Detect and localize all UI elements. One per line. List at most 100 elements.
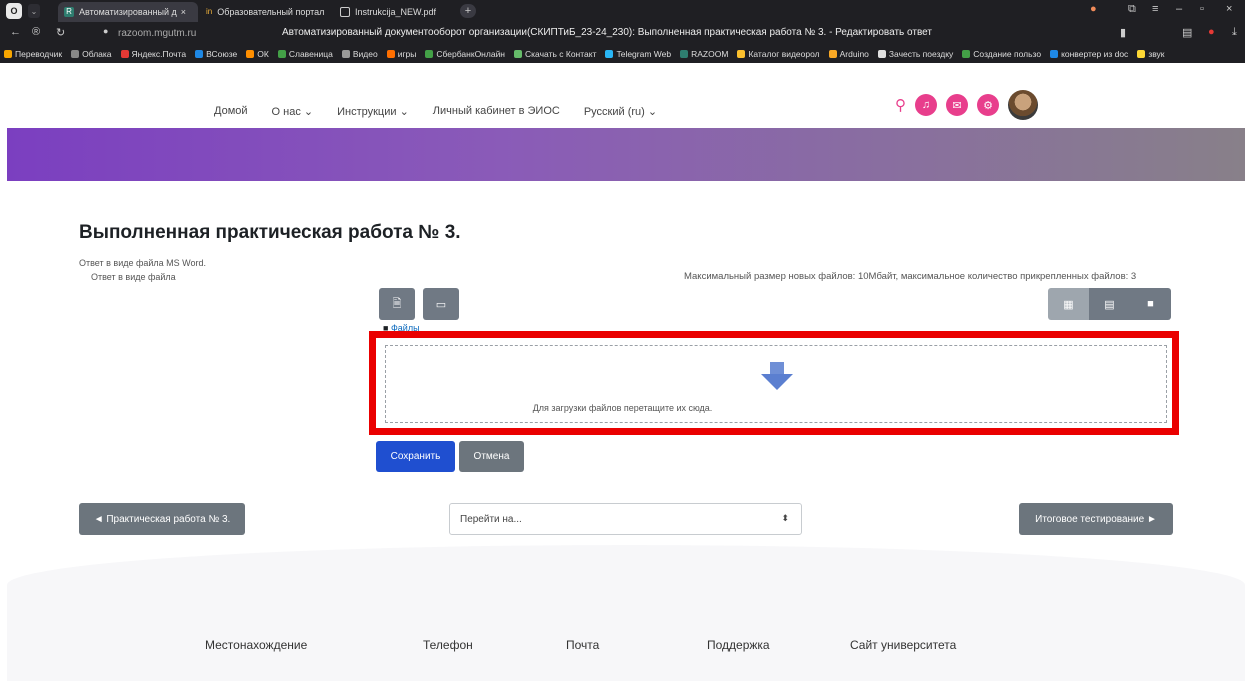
- add-file-button[interactable]: 🗎: [379, 288, 415, 320]
- bookmark-favicon-icon: [386, 49, 395, 58]
- settings-gear-icon[interactable]: ⚙: [977, 94, 999, 116]
- bookmark-label: ОК: [257, 48, 269, 59]
- tab-strip: O ⌄ R Автоматизированный д × in Образова…: [0, 0, 1245, 22]
- footer-heading: Поддержка: [707, 638, 770, 652]
- bookmark-label: Создание пользо: [973, 48, 1042, 59]
- browser-menu-icon[interactable]: O: [6, 3, 22, 19]
- tab-active[interactable]: R Автоматизированный д ×: [58, 2, 198, 22]
- tab-pdf[interactable]: Instrukcija_NEW.pdf: [334, 2, 454, 22]
- tree-view-button[interactable]: ■: [1130, 288, 1171, 320]
- bookmark-favicon-icon: [4, 49, 12, 58]
- browser-chrome: O ⌄ R Автоматизированный д × in Образова…: [0, 0, 1245, 63]
- bookmark-label: Каталог видеорол: [748, 48, 820, 59]
- bookmark-item[interactable]: конвертер из doc: [1050, 49, 1128, 59]
- extension-icon[interactable]: ●: [1090, 3, 1097, 15]
- bookmark-item[interactable]: звук: [1137, 49, 1165, 59]
- close-icon[interactable]: ×: [181, 7, 186, 17]
- close-window-icon[interactable]: ×: [1226, 3, 1232, 15]
- folder-icon: ▭: [435, 298, 447, 311]
- adblock-icon[interactable]: ●: [1208, 26, 1215, 38]
- bookmark-item[interactable]: Скачать с Контакт: [514, 49, 596, 59]
- bookmark-label: Скачать с Контакт: [525, 48, 597, 59]
- notifications-icon[interactable]: ♫: [915, 94, 937, 116]
- bookmark-icon[interactable]: ▮: [1120, 26, 1126, 39]
- bookmark-label: Telegram Web: [616, 48, 672, 59]
- file-icon: 🗎: [392, 297, 402, 310]
- cancel-button[interactable]: Отмена: [459, 441, 524, 472]
- maximize-icon[interactable]: ▫: [1200, 3, 1204, 15]
- list-view-button[interactable]: ▤: [1089, 288, 1130, 320]
- messages-icon[interactable]: ✉: [946, 94, 968, 116]
- bookmark-item[interactable]: Видео: [341, 48, 378, 59]
- bookmark-item[interactable]: Telegram Web: [605, 49, 671, 59]
- nav-item[interactable]: Русский (ru) ⌄: [584, 105, 657, 118]
- portal-favicon-icon: in: [206, 7, 213, 16]
- footer: [7, 545, 1245, 681]
- select-caret-icon: ⬍: [781, 513, 789, 523]
- bookmark-item[interactable]: Каталог видеорол: [737, 48, 820, 59]
- bookmark-label: Зачесть поездку: [888, 48, 954, 59]
- bookmark-item[interactable]: ОК: [246, 49, 269, 59]
- tab-portal[interactable]: in Образовательный портал: [200, 2, 328, 22]
- next-activity-button[interactable]: Итоговое тестирование ►: [1019, 503, 1173, 535]
- footer-heading: Сайт университета: [850, 638, 957, 652]
- list-icon: ▤: [1104, 298, 1115, 311]
- tab-label: Instrukcija_NEW.pdf: [355, 7, 437, 17]
- nav-item[interactable]: Личный кабинет в ЭИОС: [433, 105, 560, 118]
- course-banner: [7, 128, 1245, 181]
- razoom-favicon-icon: R: [64, 7, 74, 17]
- bookmark-item[interactable]: Зачесть поездку: [877, 48, 954, 59]
- jump-select[interactable]: Перейти на... ⬍: [449, 503, 802, 535]
- grid-icon: ▦: [1063, 298, 1074, 311]
- bookmark-item[interactable]: Arduino: [828, 48, 869, 59]
- create-folder-button[interactable]: ▭: [423, 288, 459, 320]
- bookmark-item[interactable]: ВСоюзе: [195, 49, 237, 59]
- bookmark-label: игры: [397, 48, 417, 59]
- bookmark-favicon-icon: [277, 49, 286, 58]
- back-icon[interactable]: ←: [10, 26, 21, 38]
- avatar[interactable]: [1008, 90, 1038, 120]
- document-icon: [340, 7, 350, 17]
- view-switcher: ▦ ▤ ■: [1048, 288, 1171, 320]
- copy-icon[interactable]: ⧉: [1128, 3, 1136, 16]
- bookmark-label: СбербанкОнлайн: [436, 48, 506, 59]
- bookmark-item[interactable]: Создание пользо: [962, 49, 1041, 59]
- shield-icon[interactable]: ®: [32, 26, 40, 38]
- bookmark-item[interactable]: СбербанкОнлайн: [425, 49, 505, 59]
- bookmark-item[interactable]: Переводчик: [4, 49, 62, 59]
- save-button[interactable]: Сохранить: [376, 441, 455, 472]
- bookmark-item[interactable]: Облака: [71, 48, 112, 59]
- new-tab-button[interactable]: +: [460, 4, 476, 18]
- grid-view-button[interactable]: ▦: [1048, 288, 1089, 320]
- nav-item[interactable]: О нас ⌄: [272, 105, 314, 118]
- minimize-icon[interactable]: –: [1176, 3, 1182, 15]
- jump-select-value: Перейти на...: [460, 513, 522, 525]
- download-arrow-icon[interactable]: ⤓: [1232, 26, 1237, 39]
- menu-icon[interactable]: ≡: [1152, 3, 1158, 15]
- prev-activity-button[interactable]: ◄ Практическая работа № 3.: [79, 503, 245, 535]
- bookmark-label: Arduino: [839, 48, 869, 59]
- reload-icon[interactable]: ↻: [56, 26, 65, 39]
- nav-item[interactable]: Инструкции ⌄: [337, 105, 409, 118]
- bookmark-favicon-icon: [1050, 49, 1059, 58]
- bookmark-favicon-icon: [828, 49, 837, 58]
- bookmark-label: ВСоюзе: [206, 48, 238, 59]
- highlight-frame: [369, 331, 1179, 435]
- bookmark-item[interactable]: RAZOOM: [680, 49, 728, 59]
- bookmark-favicon-icon: [120, 49, 129, 58]
- bookmark-label: Видео: [352, 48, 378, 59]
- bookmark-label: Облака: [82, 48, 112, 59]
- address-bar[interactable]: razoom.mgutm.ru: [118, 28, 196, 39]
- bookmark-item[interactable]: Славеница: [277, 48, 333, 59]
- search-icon[interactable]: ⚲: [895, 96, 906, 114]
- tab-list-icon[interactable]: ⌄: [28, 4, 40, 18]
- tab-label: Образовательный портал: [217, 7, 325, 17]
- upload-limits: Максимальный размер новых файлов: 10Мбай…: [684, 271, 1137, 282]
- footer-heading: Местонахождение: [205, 638, 308, 652]
- bookmark-label: Славеница: [288, 48, 333, 59]
- downloads-icon[interactable]: ▤: [1182, 26, 1192, 39]
- bookmark-item[interactable]: игры: [386, 48, 417, 59]
- site-header: Домой О нас ⌄ Инструкции ⌄ Личный кабинет в…: [0, 63, 1245, 128]
- nav-item[interactable]: Домой: [214, 105, 248, 118]
- bookmark-item[interactable]: Яндекс.Почта: [120, 49, 186, 59]
